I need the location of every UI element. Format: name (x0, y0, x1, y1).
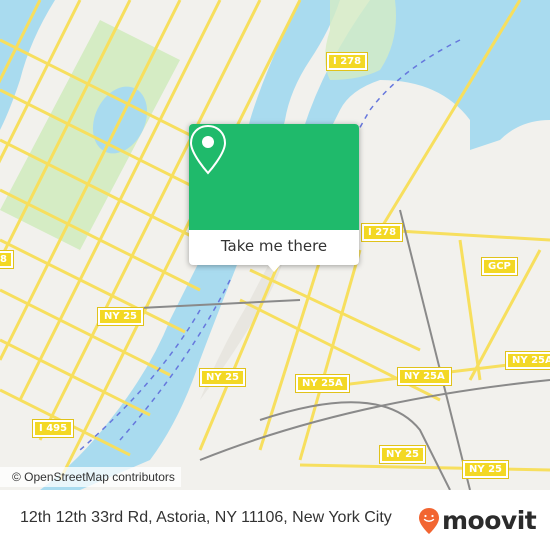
popup-pointer (267, 264, 281, 272)
address-text: 12th 12th 33rd Rd, Astoria, NY 11106, Ne… (20, 509, 392, 526)
popup-header (189, 124, 359, 230)
take-me-there-button[interactable]: Take me there (189, 230, 359, 265)
shield-ny25a-center: NY 25A (295, 374, 350, 393)
shield-ny25a-mid: NY 25A (397, 367, 452, 386)
location-popup: Take me there (189, 124, 359, 272)
shield-ny25-center: NY 25 (198, 368, 247, 387)
shield-ny25-southeast2: NY 25 (378, 445, 427, 464)
shield-partial-left: 8 (0, 250, 14, 269)
moovit-pin-icon (419, 507, 439, 534)
moovit-wordmark: moovit (442, 506, 537, 535)
shield-gcp: GCP (481, 257, 518, 276)
moovit-logo[interactable]: moovit (418, 506, 537, 535)
shield-i278-east: I 278 (360, 223, 404, 242)
shield-ny25a-east: NY 25A (505, 351, 550, 370)
shield-ny25-west: NY 25 (96, 307, 145, 326)
osm-attribution[interactable]: © OpenStreetMap contributors (0, 467, 181, 487)
shield-i495: I 495 (31, 419, 75, 438)
map-pin-icon (189, 124, 227, 175)
shield-i278-north: I 278 (325, 52, 369, 71)
footer-bar: 12th 12th 33rd Rd, Astoria, NY 11106, Ne… (0, 490, 550, 550)
map-view[interactable]: I 278 I 278 GCP NY 25 NY 25 NY 25A NY 25… (0, 0, 550, 490)
shield-ny25-southeast: NY 25 (461, 460, 510, 479)
